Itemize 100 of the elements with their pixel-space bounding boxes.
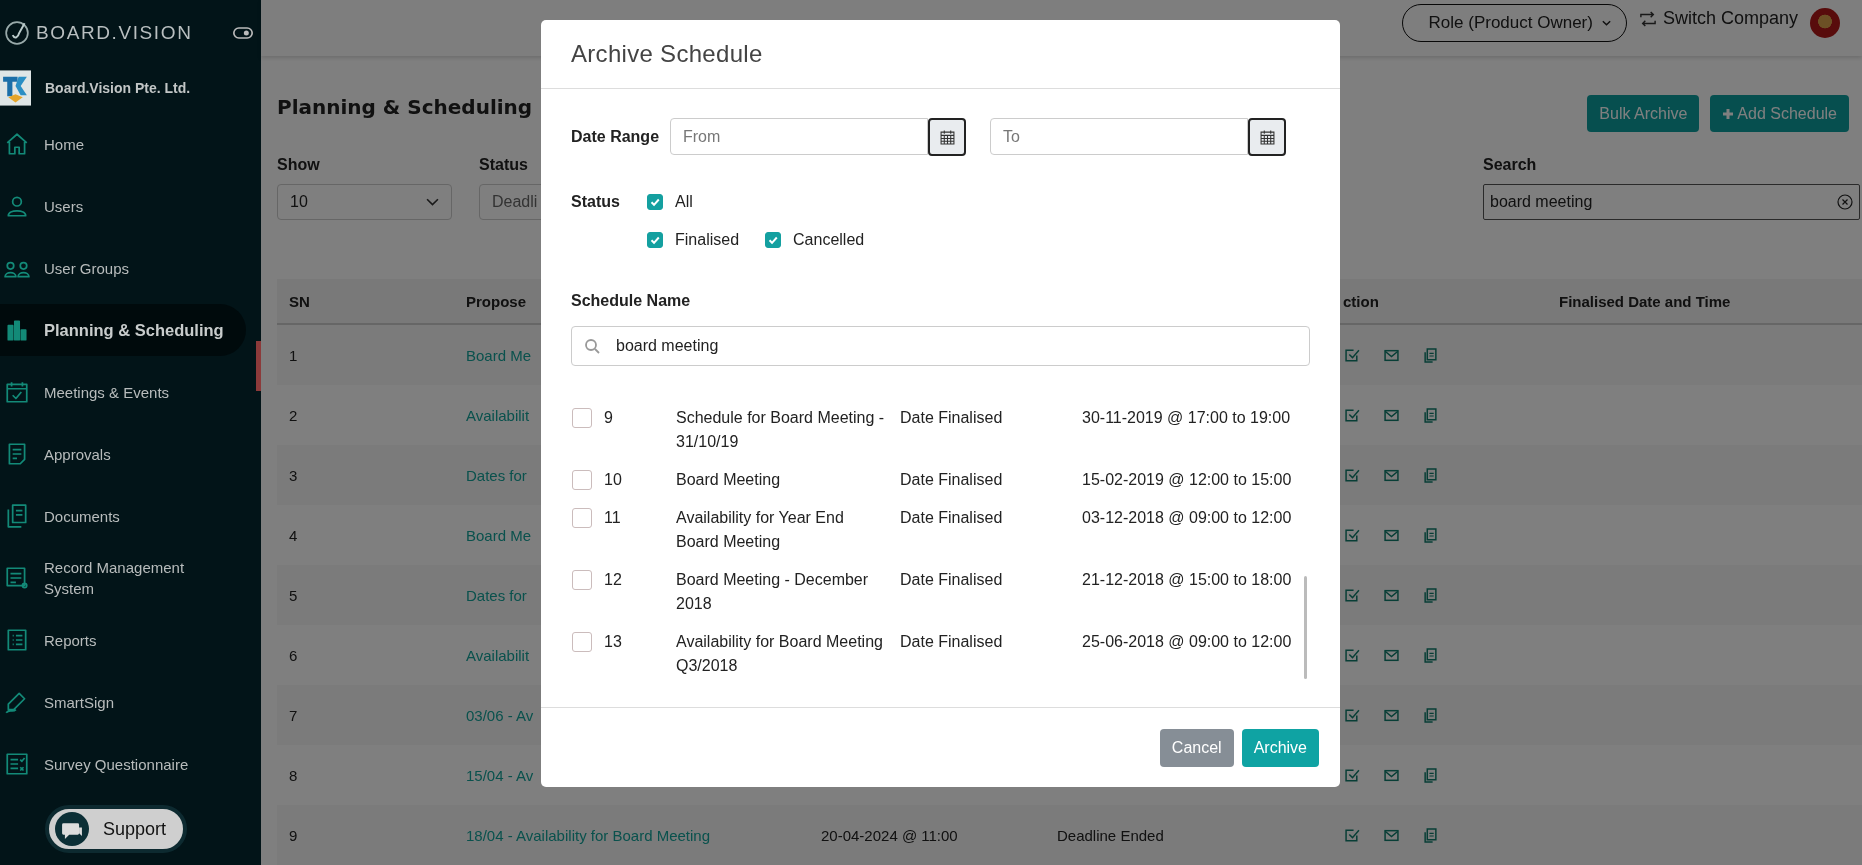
list-cell-text: Date Finalised	[900, 632, 1004, 652]
nav-item[interactable]: Record Management System	[0, 552, 246, 604]
list-cell-text: 21-12-2018 @ 15:00 to 18:00	[1082, 570, 1292, 590]
list-cell-text: 9	[604, 408, 614, 428]
caret-icon	[1600, 19, 1612, 27]
copy-icon[interactable]	[1423, 767, 1438, 783]
logo-icon	[4, 20, 30, 46]
nav-item[interactable]: Users	[0, 180, 246, 232]
toggle-icon[interactable]	[233, 26, 253, 40]
checkbox-label: Finalised	[675, 231, 740, 249]
nav-item[interactable]: Approvals	[0, 428, 246, 480]
table-cell: 7	[289, 706, 298, 724]
list-cell-text: Date Finalised	[900, 408, 1004, 428]
list-icon	[4, 627, 30, 653]
column-header: Finalised Date and Time	[1559, 292, 1731, 310]
calendar-button[interactable]	[1248, 118, 1286, 156]
clear-icon[interactable]	[1837, 194, 1853, 210]
checkbox[interactable]	[647, 232, 663, 248]
search-label: Search	[1483, 156, 1537, 174]
nav-item[interactable]: Documents	[0, 490, 246, 542]
table-cell: 20-04-2024 @ 11:00	[821, 826, 958, 844]
mail-icon[interactable]	[1384, 767, 1399, 783]
column-header: SN	[289, 292, 310, 310]
copy-icon[interactable]	[1423, 527, 1438, 543]
column-header: ction	[1343, 292, 1379, 310]
copy-icon[interactable]	[1423, 347, 1438, 363]
checkbox-label: Cancelled	[793, 231, 865, 249]
calendar-button[interactable]	[928, 118, 966, 156]
checkbox[interactable]	[572, 570, 592, 590]
table-cell: 5	[289, 586, 298, 604]
mail-icon[interactable]	[1384, 647, 1399, 663]
mail-icon[interactable]	[1384, 827, 1399, 843]
list-cell-text: Availability for Year End Board Meeting	[676, 508, 845, 552]
nav-item[interactable]: Reports	[0, 614, 246, 666]
scrollbar[interactable]	[1304, 576, 1307, 679]
checkbox[interactable]	[572, 632, 592, 652]
list-cell-text: Availability for Board Meeting Q3/2018	[676, 632, 884, 676]
calendar-icon	[1259, 129, 1275, 145]
page-title: Planning & Scheduling	[277, 95, 533, 119]
copy-icon[interactable]	[1423, 407, 1438, 423]
copy-icon[interactable]	[1423, 587, 1438, 603]
to-date-field[interactable]: To	[990, 118, 1248, 155]
checkbox[interactable]	[572, 470, 592, 490]
calendar-check-icon	[4, 379, 30, 405]
column-header: Propose	[466, 292, 526, 310]
nav-item[interactable]: SmartSign	[0, 676, 246, 728]
table-cell: 8	[289, 766, 298, 784]
company-logo-icon	[0, 70, 31, 106]
company-name: Board.Vision Pte. Ltd.	[45, 80, 191, 96]
archive-button[interactable]: Archive	[1241, 728, 1319, 767]
checkbox[interactable]	[765, 232, 782, 248]
brand-name: BOARD.VISION	[36, 22, 194, 44]
show-select[interactable]: 10	[277, 184, 452, 220]
search-field[interactable]: board meeting	[1483, 184, 1860, 220]
copy-icon[interactable]	[1423, 647, 1438, 663]
dialog-title: Archive Schedule	[571, 40, 763, 68]
swap-icon	[1638, 10, 1657, 27]
list-cell-text: 12	[604, 570, 623, 590]
status-label: Status	[571, 192, 621, 212]
list-cell-text: 15-02-2019 @ 12:00 to 15:00	[1082, 470, 1292, 490]
list-cell-text: Date Finalised	[900, 470, 1004, 490]
table-cell: 9	[289, 826, 298, 844]
schedule-search-field[interactable]: board meeting	[571, 326, 1310, 366]
nav-item[interactable]: Planning & Scheduling	[0, 304, 246, 356]
switch-company-button[interactable]: Switch Company	[1638, 8, 1798, 29]
list-cell-text: 11	[604, 508, 622, 528]
document-user-icon	[4, 565, 30, 591]
list-cell-text: 03-12-2018 @ 09:00 to 12:00	[1082, 508, 1292, 528]
documents-icon	[4, 503, 30, 529]
from-date-field[interactable]: From	[670, 118, 928, 155]
cancel-button[interactable]: Cancel	[1159, 728, 1234, 767]
plus-icon	[1722, 107, 1735, 120]
checkbox-label: All	[675, 193, 693, 211]
mail-icon[interactable]	[1384, 407, 1399, 423]
nav-item[interactable]: User Groups	[0, 242, 246, 294]
checkbox[interactable]	[572, 508, 592, 528]
add-schedule-button[interactable]: Add Schedule	[1710, 95, 1849, 132]
mail-icon[interactable]	[1384, 587, 1399, 603]
checklist-icon	[4, 751, 30, 777]
list-cell-text: Date Finalised	[900, 508, 1004, 528]
support-button[interactable]: Support	[45, 805, 187, 853]
copy-icon[interactable]	[1423, 467, 1438, 483]
mail-icon[interactable]	[1384, 527, 1399, 543]
status-label: Status	[479, 156, 528, 174]
avatar[interactable]	[1810, 8, 1840, 38]
mail-icon[interactable]	[1384, 467, 1399, 483]
checkbox[interactable]	[647, 194, 663, 210]
mail-icon[interactable]	[1384, 347, 1399, 363]
bulk-archive-button[interactable]: Bulk Archive	[1587, 95, 1700, 132]
table-cell: 3	[289, 466, 298, 484]
nav-item[interactable]: Meetings & Events	[0, 366, 246, 418]
date-range-label: Date Range	[571, 128, 661, 146]
active-indicator	[256, 341, 261, 391]
copy-icon[interactable]	[1423, 827, 1438, 843]
chat-icon	[55, 812, 89, 846]
copy-icon[interactable]	[1423, 707, 1438, 723]
mail-icon[interactable]	[1384, 707, 1399, 723]
checkbox[interactable]	[572, 408, 592, 428]
nav-item[interactable]: Home	[0, 118, 246, 170]
nav-item[interactable]: Survey Questionnaire	[0, 738, 246, 790]
